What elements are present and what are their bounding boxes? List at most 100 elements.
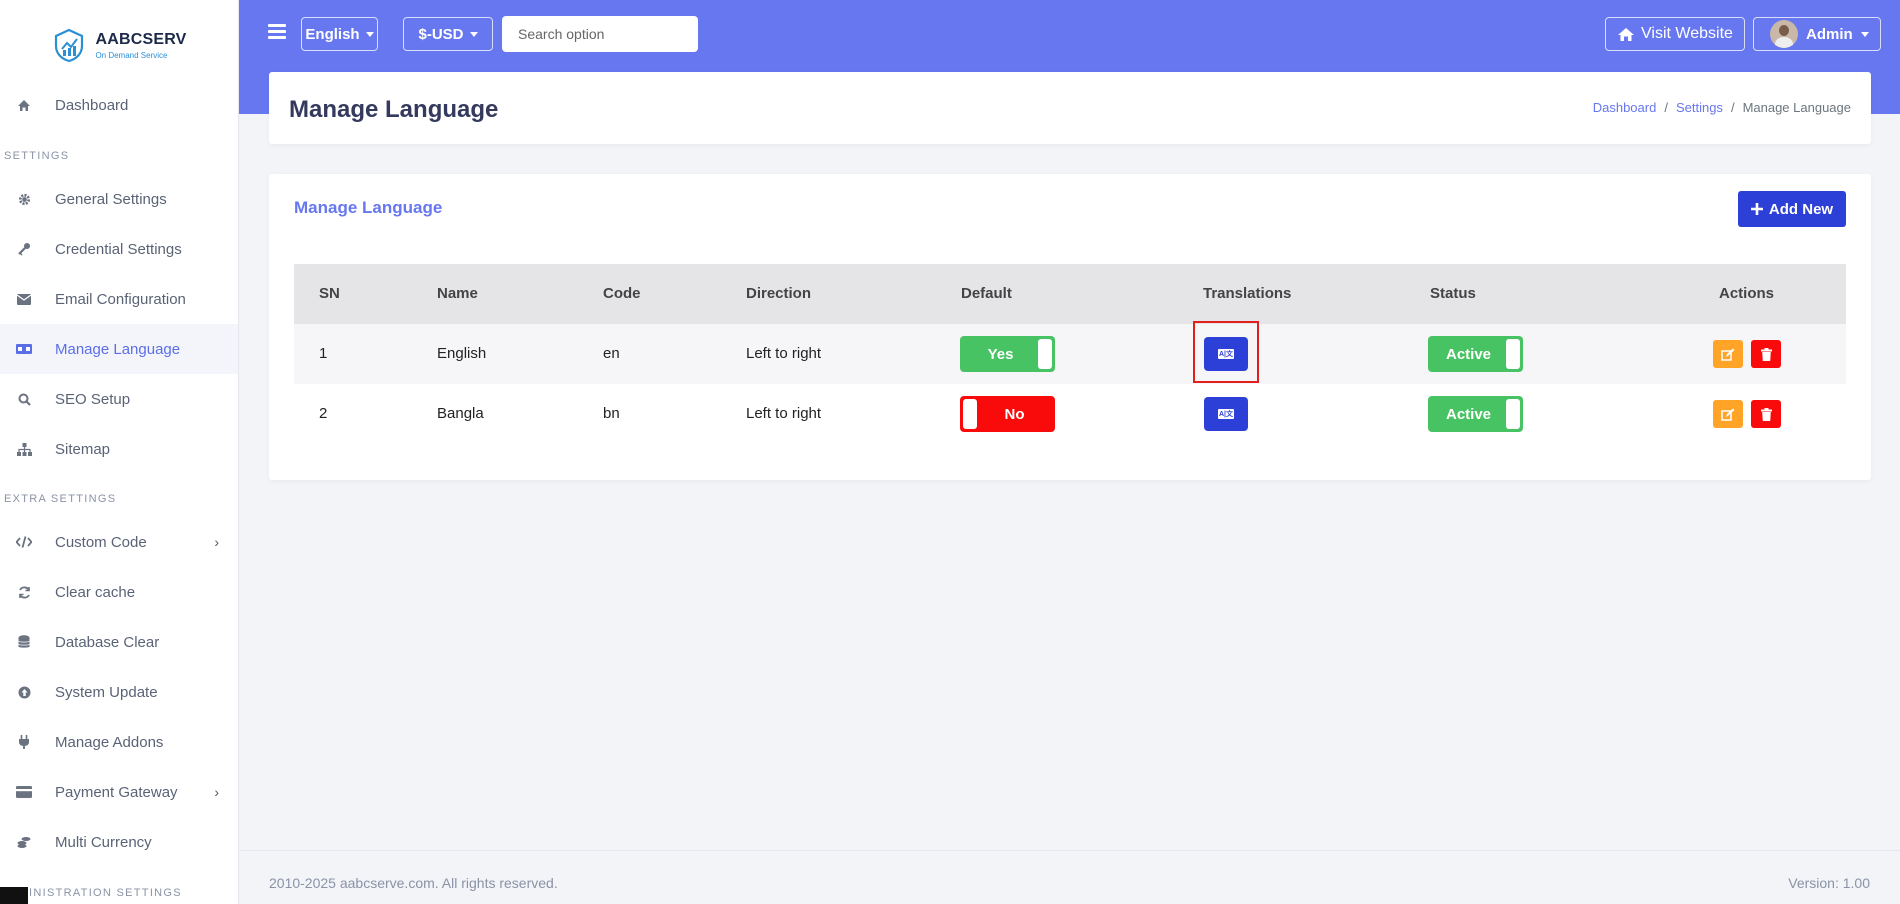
sidebar-item-manage-language[interactable]: Manage Language: [0, 324, 238, 374]
status-toggle[interactable]: Active: [1428, 396, 1523, 432]
breadcrumb-separator: /: [1730, 100, 1735, 115]
footer: 2010-2025 aabcserve.com. All rights rese…: [239, 850, 1900, 904]
database-icon: [16, 634, 32, 650]
column-header: Direction: [746, 285, 812, 302]
column-header: Default: [961, 285, 1012, 302]
key-icon: [16, 241, 32, 257]
currency-dropdown[interactable]: $-USD: [403, 17, 493, 51]
sidebar-item-label: System Update: [55, 683, 158, 701]
column-header: Name: [437, 285, 478, 302]
sidebar-item-sitemap[interactable]: Sitemap: [0, 424, 238, 474]
default-toggle[interactable]: No: [960, 396, 1055, 432]
sidebar-item-label: Custom Code: [55, 533, 147, 551]
cell-name: Bangla: [437, 405, 484, 422]
search-input[interactable]: [502, 16, 698, 52]
sidebar-item-database-clear[interactable]: Database Clear: [0, 617, 238, 667]
toggle-knob: [1506, 399, 1520, 429]
brand-name: AABCSERV: [95, 30, 187, 48]
corner-widget-icon[interactable]: [0, 887, 28, 904]
sidebar-item-manage-addons[interactable]: Manage Addons: [0, 717, 238, 767]
table-row: 1 English en Left to right Yes A|文 Activ…: [294, 321, 1846, 384]
brand-logo-icon: [55, 28, 84, 63]
translate-icon: A|文: [1218, 409, 1234, 419]
breadcrumb-settings[interactable]: Settings: [1676, 100, 1723, 115]
section-label-administration-settings: INISTRATION SETTINGS: [29, 887, 182, 899]
page-header: Manage Language Dashboard / Settings / M…: [269, 72, 1871, 144]
sidebar-item-credential-settings[interactable]: Credential Settings: [0, 224, 238, 274]
sidebar-item-custom-code[interactable]: Custom Code ›: [0, 517, 238, 567]
translate-icon: A|文: [1218, 349, 1234, 359]
column-header: Code: [603, 285, 641, 302]
status-toggle[interactable]: Active: [1428, 336, 1523, 372]
sitemap-icon: [16, 441, 32, 457]
language-dropdown-label: English: [305, 25, 360, 43]
status-toggle-label: Active: [1445, 345, 1492, 363]
language-card: Manage Language Add New SN Name Code Dir…: [269, 174, 1871, 480]
edit-button[interactable]: [1713, 340, 1743, 368]
default-toggle-label: Yes: [987, 345, 1014, 363]
default-toggle[interactable]: Yes: [960, 336, 1055, 372]
status-toggle-label: Active: [1445, 405, 1492, 423]
sidebar-item-email-configuration[interactable]: Email Configuration: [0, 274, 238, 324]
sidebar-item-label: Clear cache: [55, 583, 136, 601]
caret-down-icon: [469, 31, 478, 37]
refresh-icon: [16, 584, 32, 600]
sidebar-item-general-settings[interactable]: General Settings: [0, 174, 238, 224]
delete-button[interactable]: [1751, 340, 1781, 368]
search-icon: [16, 391, 32, 407]
sidebar-item-label: Dashboard: [55, 96, 129, 114]
sidebar-item-seo-setup[interactable]: SEO Setup: [0, 374, 238, 424]
sidebar-item-dashboard[interactable]: Dashboard: [0, 80, 238, 130]
sidebar-item-multi-currency[interactable]: Multi Currency: [0, 817, 238, 867]
section-label-extra-settings: EXTRA SETTINGS: [4, 493, 117, 505]
toggle-knob: [1038, 339, 1052, 369]
breadcrumb-dashboard[interactable]: Dashboard: [1593, 100, 1657, 115]
admin-dropdown[interactable]: Admin: [1753, 17, 1881, 51]
cell-code: en: [603, 345, 620, 362]
code-icon: [16, 534, 32, 550]
sidebar-item-system-update[interactable]: System Update: [0, 667, 238, 717]
toggle-knob: [1506, 339, 1520, 369]
sidebar-item-label: Sitemap: [55, 440, 111, 458]
currency-dropdown-label: $-USD: [418, 25, 464, 43]
toggle-knob: [963, 399, 977, 429]
hamburger-menu-icon[interactable]: [268, 24, 286, 40]
admin-label: Admin: [1806, 25, 1853, 43]
default-toggle-label: No: [1004, 405, 1025, 423]
caret-down-icon: [1860, 31, 1869, 37]
trash-icon: [1760, 407, 1772, 421]
column-header: Status: [1430, 285, 1476, 302]
sidebar-item-label: SEO Setup: [55, 390, 131, 408]
sidebar-item-clear-cache[interactable]: Clear cache: [0, 567, 238, 617]
home-icon: [16, 97, 32, 113]
visit-website-label: Visit Website: [1641, 25, 1733, 42]
translations-button[interactable]: A|文: [1204, 397, 1248, 431]
sidebar-item-payment-gateway[interactable]: Payment Gateway ›: [0, 767, 238, 817]
brand[interactable]: AABCSERV On Demand Service: [0, 0, 238, 90]
card-title: Manage Language: [294, 198, 443, 217]
sidebar-item-label: Manage Addons: [55, 733, 164, 751]
breadcrumb-separator: /: [1664, 100, 1668, 115]
delete-button[interactable]: [1751, 400, 1781, 428]
visit-website-button[interactable]: Visit Website: [1605, 17, 1745, 51]
edit-icon: [1721, 348, 1735, 361]
chevron-right-icon: ›: [214, 784, 219, 800]
cell-code: bn: [603, 405, 620, 422]
sidebar-item-label: Database Clear: [55, 633, 160, 651]
add-new-button[interactable]: Add New: [1738, 191, 1846, 227]
sidebar-item-label: Payment Gateway: [55, 783, 178, 801]
cell-sn: 2: [319, 405, 328, 422]
sidebar-item-label: General Settings: [55, 190, 167, 208]
edit-button[interactable]: [1713, 400, 1743, 428]
home-icon: [1618, 27, 1635, 41]
coins-icon: [16, 834, 32, 850]
sidebar-item-label: Multi Currency: [55, 833, 152, 851]
footer-copyright: 2010-2025 aabcserve.com. All rights rese…: [269, 875, 558, 891]
language-dropdown[interactable]: English: [301, 17, 378, 51]
table-header: SN Name Code Direction Default Translati…: [294, 264, 1846, 324]
translations-button[interactable]: A|文: [1204, 337, 1248, 371]
trash-icon: [1760, 347, 1772, 361]
brand-tagline: On Demand Service: [95, 50, 168, 60]
footer-version: Version: 1.00: [1788, 875, 1870, 891]
plus-icon: [1750, 203, 1763, 215]
